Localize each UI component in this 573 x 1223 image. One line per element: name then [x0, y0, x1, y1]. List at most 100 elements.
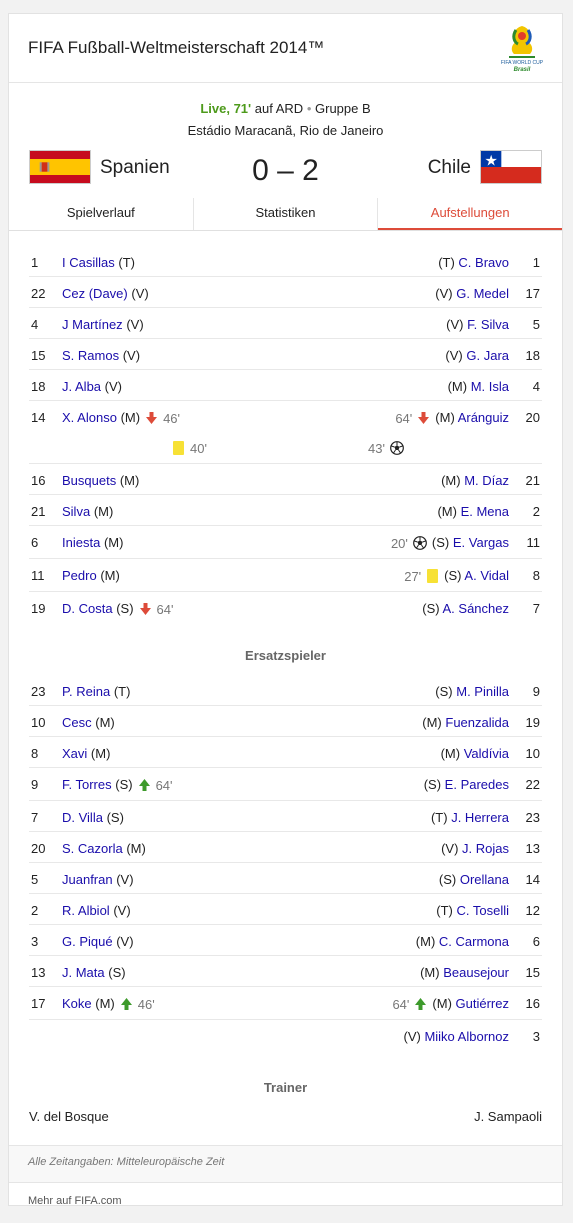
- player-name[interactable]: C. Bravo: [458, 255, 509, 270]
- player-name[interactable]: C. Toselli: [456, 903, 509, 918]
- player-name[interactable]: D. Costa: [62, 601, 113, 616]
- home-player: S. Ramos (V): [62, 348, 140, 363]
- player-number: 5: [31, 872, 39, 887]
- player-number: 13: [31, 965, 46, 980]
- away-player: (S) E. Paredes: [424, 777, 509, 792]
- home-player: D. Costa (S) 64': [62, 601, 174, 617]
- home-player: Juanfran (V): [62, 872, 134, 887]
- player-name[interactable]: Pedro: [62, 568, 97, 583]
- player-position: (V): [126, 317, 144, 332]
- player-number: 21: [525, 473, 540, 488]
- away-team[interactable]: Chile: [428, 157, 471, 179]
- player-name[interactable]: Koke: [62, 996, 92, 1011]
- player-name[interactable]: G. Medel: [456, 286, 509, 301]
- player-number: 13: [525, 841, 540, 856]
- player-name[interactable]: P. Reina: [62, 684, 110, 699]
- table-row: 22 Cez (Dave) (V) (V) G. Medel 17: [29, 277, 542, 308]
- player-name[interactable]: M. Isla: [471, 379, 509, 394]
- player-name[interactable]: E. Vargas: [453, 535, 509, 550]
- player-position: (M): [440, 746, 461, 761]
- player-name[interactable]: R. Albiol: [62, 903, 110, 918]
- tab-spielverlauf[interactable]: Spielverlauf: [9, 198, 194, 230]
- player-name[interactable]: E. Paredes: [445, 777, 509, 792]
- player-number: 20: [525, 410, 540, 425]
- home-player: J Martínez (V): [62, 317, 144, 332]
- player-name[interactable]: C. Carmona: [439, 934, 509, 949]
- away-player: (T) C. Toselli: [436, 903, 509, 918]
- header: FIFA Fußball-Weltmeisterschaft 2014™ FIF…: [9, 14, 562, 83]
- player-number: 8: [532, 568, 540, 583]
- player-name[interactable]: G. Piqué: [62, 934, 113, 949]
- player-position: (S): [115, 777, 133, 792]
- player-name[interactable]: Fuenzalida: [445, 715, 509, 730]
- player-name[interactable]: J. Herrera: [451, 810, 509, 825]
- player-name[interactable]: J. Mata: [62, 965, 105, 980]
- player-position: (V): [445, 348, 463, 363]
- player-position: (V): [104, 379, 122, 394]
- player-name[interactable]: Juanfran: [62, 872, 113, 887]
- player-number: 6: [532, 934, 540, 949]
- away-player: (S) M. Pinilla: [435, 684, 509, 699]
- player-name[interactable]: Valdívia: [464, 746, 509, 761]
- player-name[interactable]: M. Díaz: [464, 473, 509, 488]
- player-name[interactable]: M. Pinilla: [456, 684, 509, 699]
- player-name[interactable]: S. Cazorla: [62, 841, 123, 856]
- away-trainer: J. Sampaoli: [474, 1109, 542, 1124]
- player-name[interactable]: S. Ramos: [62, 348, 119, 363]
- player-position: (V): [116, 934, 134, 949]
- player-number: 9: [532, 684, 540, 699]
- table-row: 14 X. Alonso (M) 46' 64' (M) Aránguiz 20: [29, 401, 542, 431]
- chile-flag-icon: [480, 150, 542, 184]
- tab-statistiken[interactable]: Statistiken: [194, 198, 379, 230]
- player-position: (T): [438, 255, 455, 270]
- arrow-down-icon: [418, 412, 430, 424]
- table-row: 9 F. Torres (S) 64' (S) E. Paredes 22: [29, 768, 542, 801]
- player-name[interactable]: I Casillas: [62, 255, 115, 270]
- player-name[interactable]: Busquets: [62, 473, 116, 488]
- yellow-card-icon: [173, 441, 184, 455]
- table-row: 13 J. Mata (S) (M) Beausejour 15: [29, 956, 542, 987]
- starters-list: 1I Casillas (T) (T) C. Bravo 1 22 Cez (Dave)…: [9, 246, 562, 622]
- player-name[interactable]: Miiko Albornoz: [424, 1029, 509, 1044]
- player-name[interactable]: F. Silva: [467, 317, 509, 332]
- player-name[interactable]: Silva: [62, 504, 90, 519]
- player-name[interactable]: Aránguiz: [458, 410, 509, 425]
- match-status: Live, 71' auf ARD • Gruppe B: [9, 101, 562, 116]
- player-name[interactable]: J Martínez: [62, 317, 123, 332]
- event-minute: 64': [156, 602, 174, 618]
- player-position: (V): [122, 348, 141, 363]
- player-name[interactable]: G. Jara: [466, 348, 509, 363]
- player-position: (T): [113, 684, 131, 699]
- tab-aufstellungen[interactable]: Aufstellungen: [378, 198, 562, 230]
- live-indicator: Live, 71': [200, 101, 252, 116]
- player-name[interactable]: X. Alonso: [62, 410, 117, 425]
- away-player: (V) G. Medel: [435, 286, 509, 301]
- player-position: (M): [435, 410, 455, 425]
- player-name[interactable]: Iniesta: [62, 535, 100, 550]
- event-minute: 46': [163, 411, 181, 427]
- player-name[interactable]: Cesc: [62, 715, 92, 730]
- player-name[interactable]: D. Villa: [62, 810, 103, 825]
- player-name[interactable]: F. Torres: [62, 777, 112, 792]
- player-name[interactable]: Xavi: [62, 746, 87, 761]
- fifa-link[interactable]: Mehr auf FIFA.com: [9, 1182, 562, 1205]
- player-name[interactable]: E. Mena: [461, 504, 509, 519]
- player-number: 7: [532, 601, 540, 616]
- player-name[interactable]: J. Rojas: [462, 841, 509, 856]
- player-name[interactable]: Orellana: [460, 872, 509, 887]
- player-name[interactable]: Beausejour: [443, 965, 509, 980]
- away-player: (T) C. Bravo: [438, 255, 509, 270]
- player-position: (M): [120, 410, 141, 425]
- group: Gruppe B: [315, 101, 371, 116]
- card-event: 40': [167, 440, 207, 456]
- player-name[interactable]: J. Alba: [62, 379, 101, 394]
- away-player: (V) Miiko Albornoz: [403, 1029, 509, 1044]
- player-position: (V): [116, 872, 134, 887]
- player-name[interactable]: A. Sánchez: [443, 601, 510, 616]
- player-name[interactable]: Cez (Dave): [62, 286, 128, 301]
- world-cup-logo: FIFA WORLD CUP Brasil: [501, 26, 544, 73]
- player-position: (S): [438, 872, 457, 887]
- table-row: 16 Busquets (M) (M) M. Díaz 21: [29, 464, 542, 495]
- player-name[interactable]: Gutiérrez: [456, 996, 509, 1011]
- player-name[interactable]: A. Vidal: [464, 568, 509, 583]
